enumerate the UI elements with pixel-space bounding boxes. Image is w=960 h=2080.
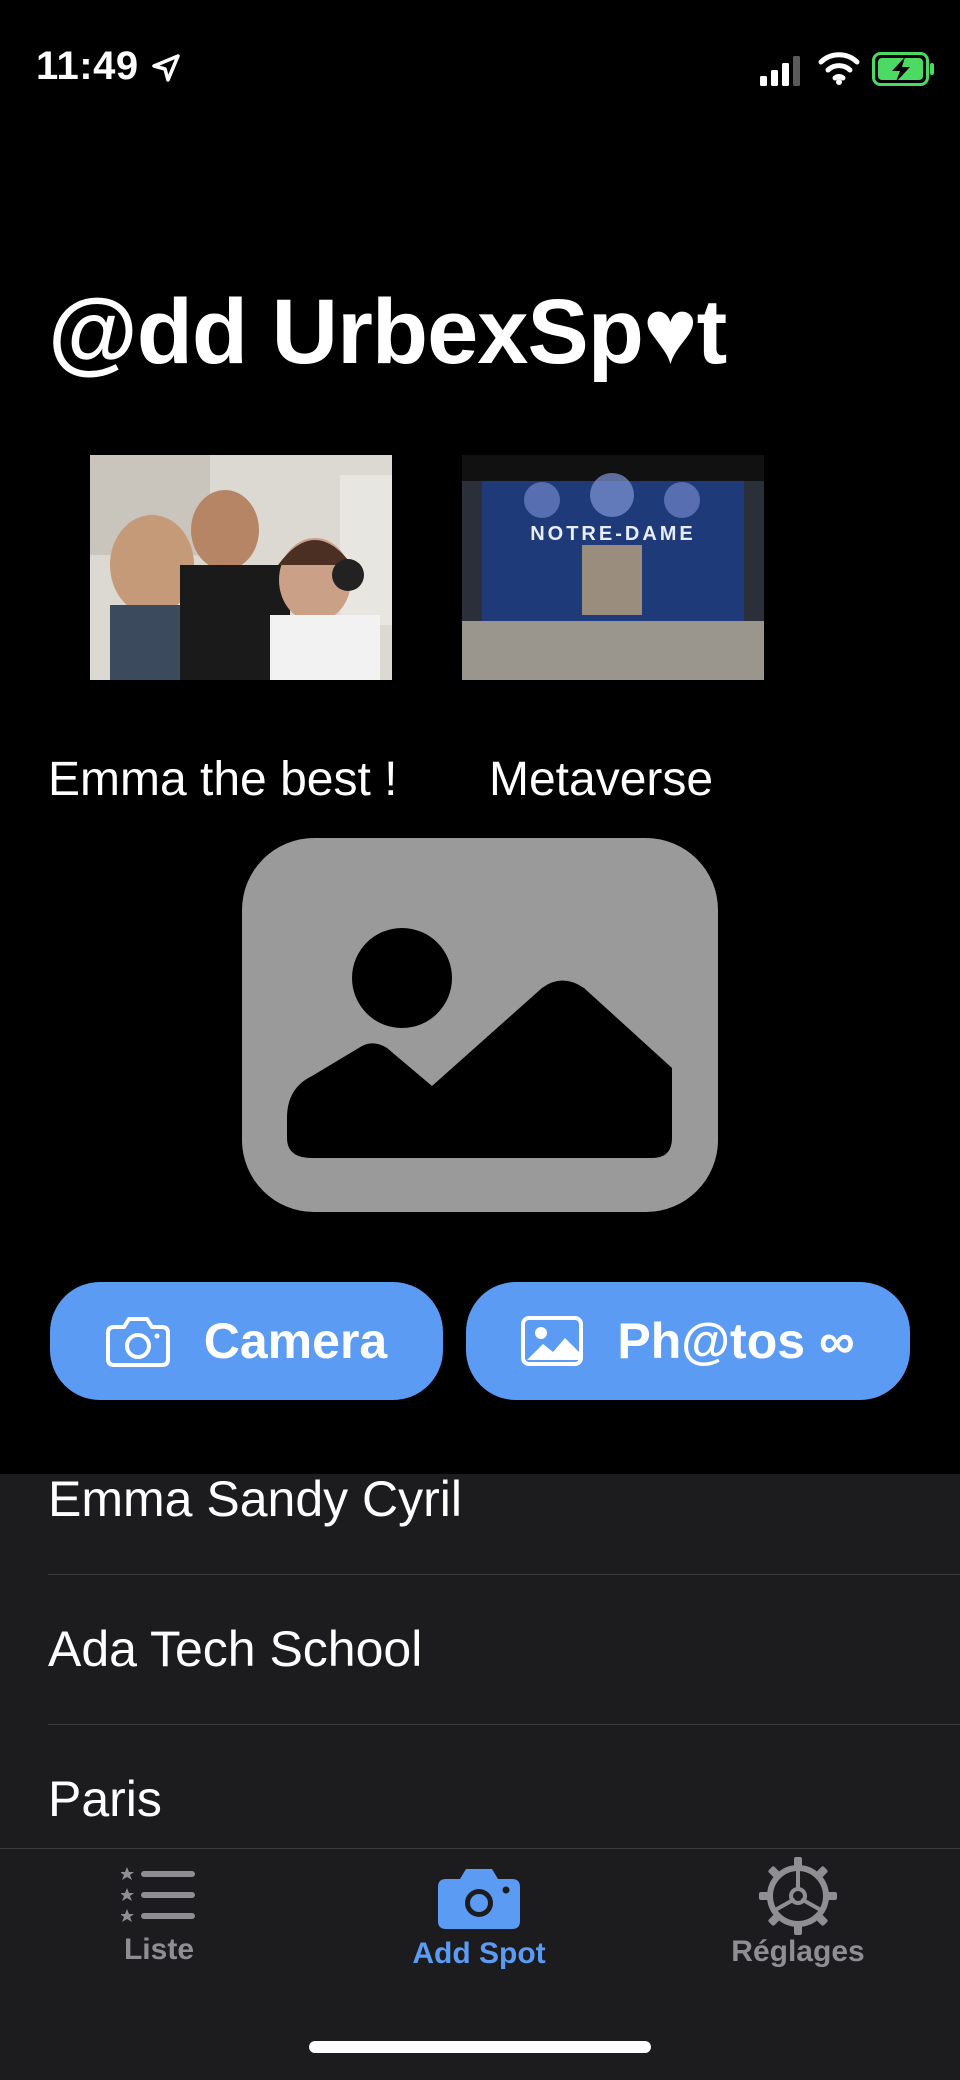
location-arrow-icon <box>152 54 180 82</box>
tab-label: Liste <box>123 1933 195 1966</box>
divider <box>48 1574 960 1575</box>
poster-title: NOTRE-DAME <box>530 523 696 545</box>
spot-caption: Metaverse <box>489 753 714 806</box>
photo-placeholder-icon[interactable] <box>242 838 718 1212</box>
tab-reglages[interactable]: Réglages <box>668 1857 928 2045</box>
photos-button[interactable]: Ph@tos ∞ <box>466 1282 910 1400</box>
cellular-signal-icon <box>760 56 800 86</box>
metaverse-photo-image <box>462 455 764 680</box>
selfie-photo-image <box>90 455 392 680</box>
wifi-icon <box>818 52 860 85</box>
photos-button-label: Ph@tos ∞ <box>617 1313 855 1369</box>
tab-bar: Liste Add Spot Réglages <box>0 1848 960 2080</box>
spot-details-list: Emma Sandy Cyril Ada Tech School Paris <box>0 1474 960 1848</box>
divider <box>48 1724 960 1725</box>
photo-library-icon <box>521 1316 584 1366</box>
list-icon <box>121 1867 195 1922</box>
tab-label: Réglages <box>731 1935 865 1968</box>
page-title: @dd UrbexSp♥t <box>48 281 727 383</box>
camera-button-label: Camera <box>203 1313 388 1369</box>
list-item[interactable]: Ada Tech School <box>48 1620 422 1678</box>
list-item[interactable]: Paris <box>48 1770 162 1828</box>
status-bar: 11:49 <box>0 0 960 140</box>
gear-icon <box>759 1857 837 1935</box>
status-time: 11:49 <box>36 44 139 88</box>
camera-icon <box>438 1869 520 1929</box>
spot-caption: Emma the best ! <box>48 753 398 806</box>
list-item[interactable]: Emma Sandy Cyril <box>48 1474 462 1528</box>
camera-icon <box>105 1317 170 1367</box>
home-indicator[interactable] <box>309 2041 651 2053</box>
tab-label: Add Spot <box>412 1937 546 1970</box>
spot-photo-group-selfie[interactable] <box>90 455 392 680</box>
battery-charging-icon <box>872 52 934 86</box>
tab-liste[interactable]: Liste <box>29 1865 289 2045</box>
spot-photo-metaverse[interactable]: NOTRE-DAME <box>462 455 764 680</box>
tab-add-spot[interactable]: Add Spot <box>349 1865 609 2045</box>
camera-button[interactable]: Camera <box>50 1282 443 1400</box>
